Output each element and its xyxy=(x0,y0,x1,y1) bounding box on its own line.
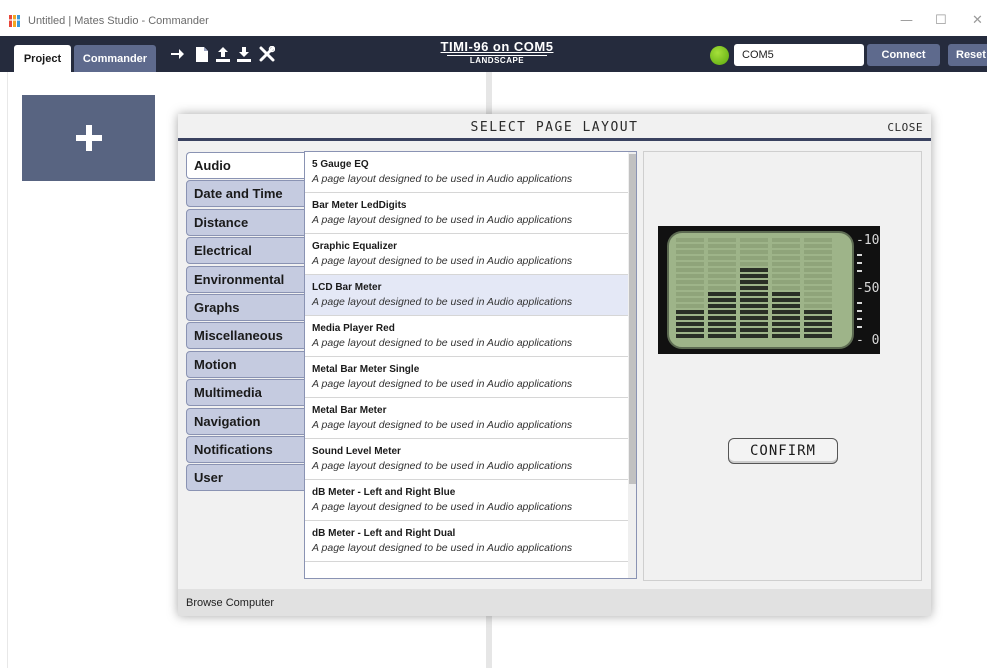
download-icon[interactable] xyxy=(236,46,252,62)
category-tab-miscellaneous[interactable]: Miscellaneous xyxy=(186,322,311,350)
app-logo-icon xyxy=(9,15,20,27)
preview-level-bar xyxy=(708,238,736,338)
layout-name: dB Meter - Left and Right Blue xyxy=(312,487,456,498)
preview-scale-label: -100 xyxy=(856,233,880,248)
tools-icon[interactable] xyxy=(259,46,275,62)
layout-description: A page layout designed to be used in Aud… xyxy=(312,542,573,554)
close-window-button[interactable]: ✕ xyxy=(972,13,983,28)
confirm-button[interactable]: CONFIRM xyxy=(728,438,838,464)
arrow-right-icon[interactable] xyxy=(169,46,185,62)
dialog-close-button[interactable]: CLOSE xyxy=(887,121,923,134)
device-title: TIMI-96 on COM5 LANDSCAPE xyxy=(430,39,564,66)
dialog-header: SELECT PAGE LAYOUT CLOSE xyxy=(178,114,931,141)
select-page-layout-dialog: SELECT PAGE LAYOUT CLOSE Audio Date and T… xyxy=(178,114,931,616)
layout-name: dB Meter - Left and Right Dual xyxy=(312,528,456,539)
category-tab-motion[interactable]: Motion xyxy=(186,350,311,378)
layout-name: Metal Bar Meter Single xyxy=(312,364,420,375)
layout-list-item[interactable]: Metal Bar Meter Single A page layout desi… xyxy=(305,357,636,398)
preview-scale-tick xyxy=(857,326,862,328)
window-titlebar: Untitled | Mates Studio - Commander — ☐ … xyxy=(0,0,987,36)
preview-scale-label: -50 xyxy=(856,281,879,296)
browse-computer-link[interactable]: Browse Computer xyxy=(178,589,931,616)
layout-description: A page layout designed to be used in Aud… xyxy=(312,296,573,308)
tab-commander[interactable]: Commander xyxy=(74,45,156,72)
layout-name: 5 Gauge EQ xyxy=(312,159,369,170)
window-title: Untitled | Mates Studio - Commander xyxy=(28,15,209,27)
layout-list-item[interactable]: Sound Level Meter A page layout designed … xyxy=(305,439,636,480)
layout-description: A page layout designed to be used in Aud… xyxy=(312,460,573,472)
category-tab-graphs[interactable]: Graphs xyxy=(186,293,311,321)
plus-icon xyxy=(75,125,102,151)
scrollbar-thumb[interactable] xyxy=(629,154,636,484)
layout-list-item[interactable]: 5 Gauge EQ A page layout designed to be u… xyxy=(305,152,636,193)
layout-name: Media Player Red xyxy=(312,323,395,334)
dialog-title: SELECT PAGE LAYOUT xyxy=(470,120,639,135)
category-tab-date-and-time[interactable]: Date and Time xyxy=(186,180,311,208)
layout-description: A page layout designed to be used in Aud… xyxy=(312,337,573,349)
layout-description: A page layout designed to be used in Aud… xyxy=(312,378,573,390)
preview-scale-tick xyxy=(857,310,862,312)
layout-list-item[interactable]: Graphic Equalizer A page layout designed … xyxy=(305,234,636,275)
layout-description: A page layout designed to be used in Aud… xyxy=(312,419,573,431)
layout-name: Graphic Equalizer xyxy=(312,241,398,252)
preview-scale-tick xyxy=(857,302,862,304)
preview-scale-tick xyxy=(857,262,862,264)
device-name: TIMI-96 on COM5 xyxy=(440,39,554,54)
connect-button[interactable]: Connect xyxy=(867,44,940,66)
layout-name: Metal Bar Meter xyxy=(312,405,387,416)
preview-scale-tick xyxy=(857,270,862,272)
layout-list-item[interactable]: Metal Bar Meter A page layout designed to… xyxy=(305,398,636,439)
layout-list-item[interactable] xyxy=(305,562,636,578)
preview-level-bar xyxy=(804,238,832,338)
category-tab-user[interactable]: User xyxy=(186,464,311,492)
layout-description: A page layout designed to be used in Aud… xyxy=(312,173,573,185)
preview-level-bar xyxy=(676,238,704,338)
layout-name: Bar Meter LedDigits xyxy=(312,200,407,211)
layout-preview-image: -100 -50 - 0 xyxy=(658,226,880,354)
device-orientation: LANDSCAPE xyxy=(447,55,547,66)
preview-scale-tick xyxy=(857,318,862,320)
layout-list-item[interactable]: Bar Meter LedDigits A page layout designe… xyxy=(305,193,636,234)
connection-status-indicator xyxy=(710,46,729,65)
category-tab-navigation[interactable]: Navigation xyxy=(186,407,311,435)
reset-button[interactable]: Reset xyxy=(948,44,987,66)
layout-description: A page layout designed to be used in Aud… xyxy=(312,255,573,267)
layout-list-item[interactable]: dB Meter - Left and Right Blue A page lay… xyxy=(305,480,636,521)
category-tab-audio[interactable]: Audio xyxy=(186,152,311,179)
preview-scale-tick xyxy=(857,254,862,256)
maximize-button[interactable]: ☐ xyxy=(935,13,947,28)
layout-list-item[interactable]: Media Player Red A page layout designed t… xyxy=(305,316,636,357)
category-tab-multimedia[interactable]: Multimedia xyxy=(186,379,311,407)
layout-list: 5 Gauge EQ A page layout designed to be u… xyxy=(304,151,637,579)
layout-list-item[interactable]: dB Meter - Left and Right Dual A page lay… xyxy=(305,521,636,562)
layout-name: LCD Bar Meter xyxy=(312,282,382,293)
category-tabs: Audio Date and Time Distance Electrical Envi… xyxy=(186,152,311,493)
workspace-edge xyxy=(7,72,8,668)
add-page-button[interactable] xyxy=(22,95,155,181)
minimize-button[interactable]: — xyxy=(900,13,913,28)
preview-scale-label: - 0 xyxy=(856,333,879,348)
category-tab-distance[interactable]: Distance xyxy=(186,208,311,236)
layout-description: A page layout designed to be used in Aud… xyxy=(312,501,573,513)
layout-name: Sound Level Meter xyxy=(312,446,401,457)
preview-level-bar xyxy=(740,238,768,338)
layout-list-scrollbar[interactable] xyxy=(628,152,636,578)
file-icon[interactable] xyxy=(194,46,210,62)
category-tab-environmental[interactable]: Environmental xyxy=(186,265,311,293)
upload-icon[interactable] xyxy=(215,46,231,62)
layout-description: A page layout designed to be used in Aud… xyxy=(312,214,573,226)
category-tab-electrical[interactable]: Electrical xyxy=(186,237,311,265)
category-tab-notifications[interactable]: Notifications xyxy=(186,435,311,463)
com-port-input[interactable] xyxy=(734,44,864,66)
layout-list-item[interactable]: LCD Bar Meter A page layout designed to b… xyxy=(305,275,636,316)
preview-level-bar xyxy=(772,238,800,338)
tab-project[interactable]: Project xyxy=(14,45,71,72)
layout-preview-panel: -100 -50 - 0 CONFIRM xyxy=(643,151,922,581)
